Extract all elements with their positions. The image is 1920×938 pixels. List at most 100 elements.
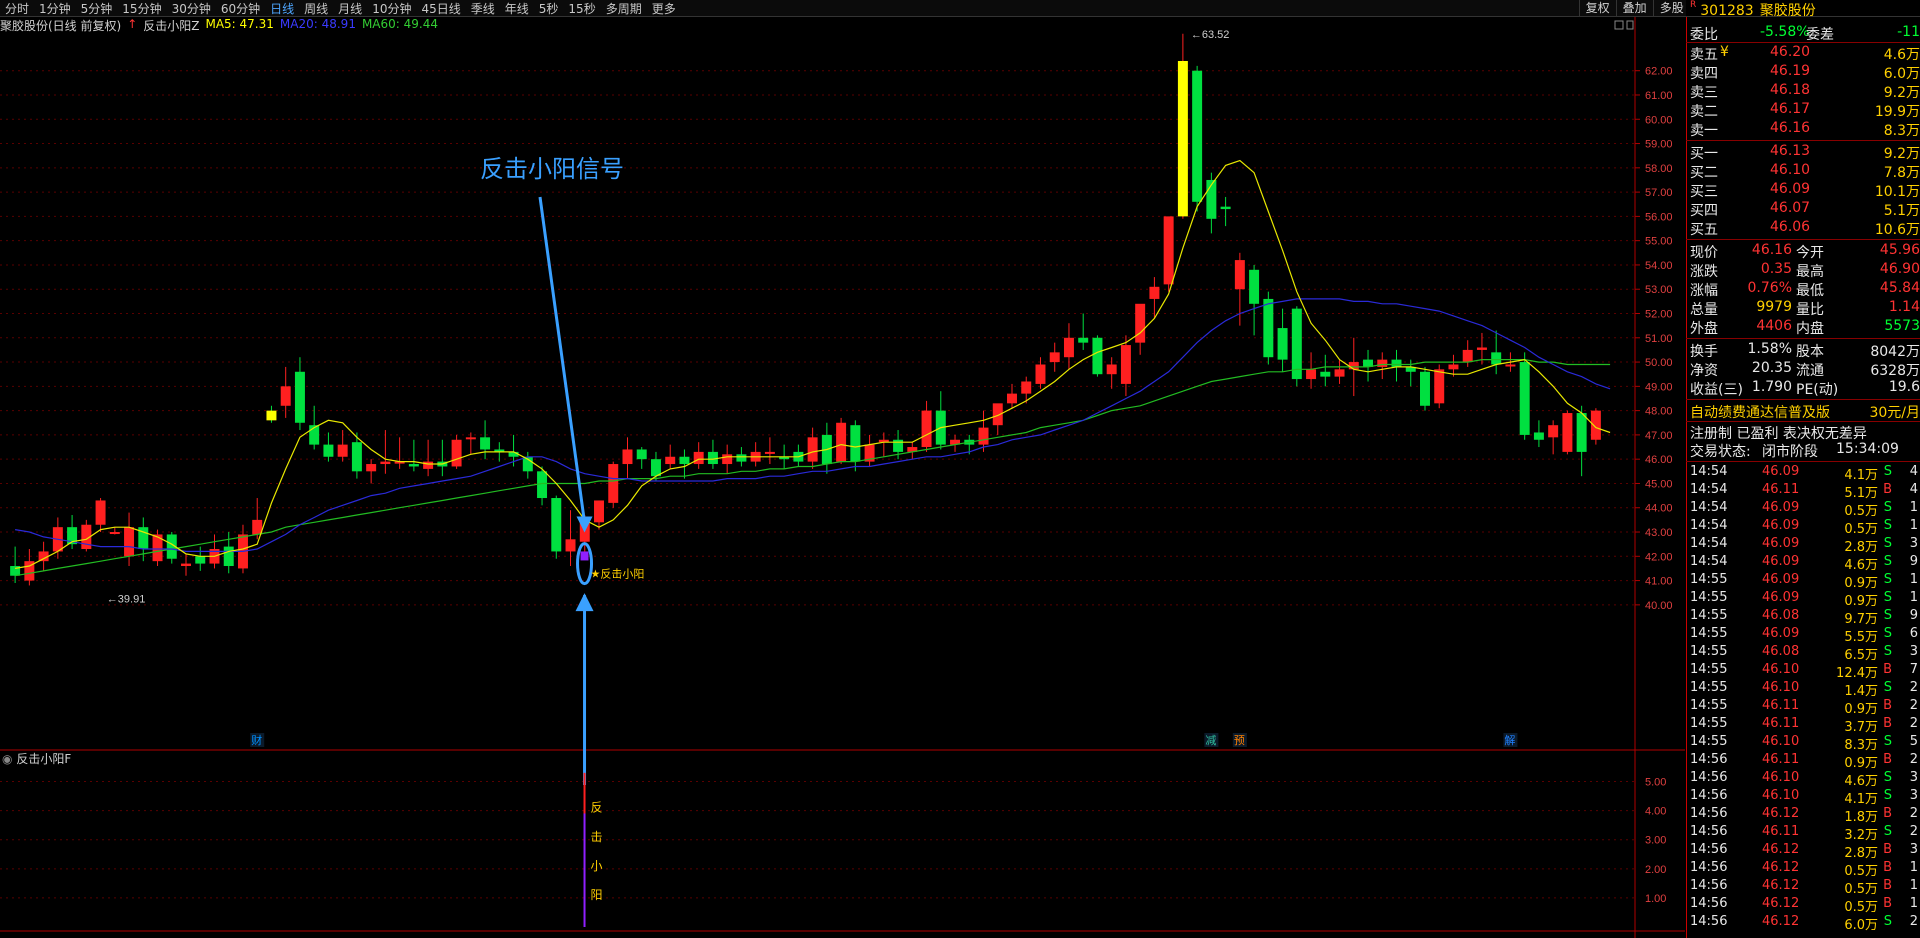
tick-time: 14:55 — [1690, 698, 1728, 713]
candle-body — [1192, 70, 1203, 202]
tick-volume: 9.7万 — [1844, 612, 1878, 627]
tick-price: 46.12 — [1762, 842, 1800, 857]
candle-body — [736, 454, 747, 462]
ask-row: 卖五 ¥46.20 4.6万 — [1690, 44, 1920, 63]
period-tab[interactable]: 分时 — [0, 0, 34, 17]
tick-time: 14:54 — [1690, 518, 1728, 533]
price-tick-label: 53.00 — [1645, 284, 1673, 296]
period-tab[interactable]: 多周期 — [601, 0, 647, 17]
period-tab[interactable]: 月线 — [333, 0, 367, 17]
candle-body — [565, 539, 576, 552]
separator — [1686, 421, 1920, 422]
candle-body — [1149, 286, 1160, 299]
tick-side: B — [1883, 482, 1892, 497]
candle-body — [266, 410, 277, 421]
tick-volume: 8.3万 — [1844, 738, 1878, 753]
candle-body — [836, 422, 847, 462]
period-toolbar: 分时 1分钟 5分钟 15分钟 30分钟 60分钟 日线 周线 月线 10分钟 45日线 季线 年线 5秒… — [0, 0, 1920, 17]
promo-row[interactable]: 自动绩费通达信普及版 30元/月 — [1690, 402, 1920, 421]
tick-volume: 0.5万 — [1844, 504, 1878, 519]
tick-time: 14:56 — [1690, 806, 1728, 821]
signal-marker — [580, 551, 589, 561]
ask-label: 卖一 — [1690, 123, 1718, 139]
period-tab[interactable]: 季线 — [466, 0, 500, 17]
tick-side: S — [1883, 734, 1892, 749]
candle-body — [893, 439, 904, 452]
tick-time: 14:54 — [1690, 464, 1728, 479]
tick-row: 14:54 46.09 2.8万 S 3 — [1686, 536, 1920, 555]
tick-time: 14:56 — [1690, 842, 1728, 857]
price-tick-label: 43.00 — [1645, 527, 1673, 539]
sub-tick-label: 1.00 — [1645, 893, 1666, 905]
period-tab[interactable]: 更多 — [647, 0, 681, 17]
period-tab[interactable]: 30分钟 — [167, 0, 216, 17]
tick-time: 14:56 — [1690, 824, 1728, 839]
period-tab[interactable]: 15分钟 — [117, 0, 166, 17]
period-tab[interactable]: 周线 — [299, 0, 333, 17]
price-tick-label: 46.00 — [1645, 454, 1673, 466]
stat-value: 1.14 — [1888, 299, 1920, 315]
period-tab[interactable]: 年线 — [500, 0, 534, 17]
price-tick-label: 44.00 — [1645, 503, 1673, 515]
candle-body — [850, 425, 861, 462]
period-tab[interactable]: 5秒 — [534, 0, 564, 17]
tick-count: 6 — [1909, 626, 1918, 641]
candle-body — [1306, 369, 1317, 380]
tick-side: S — [1883, 590, 1892, 605]
bid-label: 买一 — [1690, 146, 1718, 162]
tick-row: 14:55 46.11 3.7万 B 2 — [1686, 716, 1920, 735]
tick-count: 2 — [1909, 824, 1918, 839]
ask-volume: 9.2万 — [1883, 85, 1920, 101]
tick-price: 46.10 — [1762, 680, 1800, 695]
candle-body — [465, 437, 476, 440]
sub-tick-label: 4.00 — [1645, 806, 1666, 818]
ask-row: 卖一 46.16 8.3万 — [1690, 120, 1920, 139]
tick-volume: 5.5万 — [1844, 630, 1878, 645]
candle-body — [351, 442, 362, 472]
candle-body — [1391, 359, 1402, 367]
collapse-icon[interactable]: ◉ — [2, 752, 12, 766]
period-tab[interactable]: 15秒 — [563, 0, 600, 17]
period-tab[interactable]: 45日线 — [416, 0, 465, 17]
toolbar-button[interactable]: 多股 — [1652, 0, 1690, 16]
ask-price: 46.20 — [1770, 44, 1811, 60]
candle-body — [707, 451, 718, 465]
price-tick-label: 51.00 — [1645, 333, 1673, 345]
tick-count: 5 — [1909, 734, 1918, 749]
candle-body — [807, 437, 818, 462]
tick-count: 1 — [1909, 572, 1918, 587]
tick-row: 14:55 46.10 1.4万 S 2 — [1686, 680, 1920, 699]
tick-row: 14:56 46.12 0.5万 B 1 — [1686, 860, 1920, 879]
tick-row: 14:54 46.09 4.1万 S 4 — [1686, 464, 1920, 483]
bid-volume: 5.1万 — [1883, 203, 1920, 219]
tick-time: 14:54 — [1690, 554, 1728, 569]
restore-icon — [1614, 20, 1624, 30]
candle-body — [650, 459, 661, 477]
sub-indicator-title[interactable]: ◉ 反击小阳F — [2, 750, 71, 767]
tick-row: 14:55 46.09 0.9万 S 1 — [1686, 572, 1920, 591]
kline-chart[interactable]: 62.00 61.00 60.00 59.00 58.00 57.00 56.00 55.00… — [0, 17, 1685, 938]
period-tab[interactable]: 1分钟 — [34, 0, 76, 17]
candle-body — [1177, 60, 1188, 217]
tick-volume: 3.7万 — [1844, 720, 1878, 735]
tick-side: B — [1883, 716, 1892, 731]
period-tab[interactable]: 60分钟 — [216, 0, 265, 17]
stat2-value: 19.6 — [1888, 379, 1920, 395]
bid-label: 买五 — [1690, 222, 1718, 238]
toolbar-button[interactable]: 复权 — [1578, 0, 1616, 16]
separator — [1686, 461, 1920, 462]
period-tab[interactable]: 10分钟 — [367, 0, 416, 17]
period-tab[interactable]: 5分钟 — [76, 0, 118, 17]
toolbar-button[interactable]: 叠加 — [1615, 0, 1653, 16]
tick-volume: 4.6万 — [1844, 558, 1878, 573]
tick-count: 1 — [1909, 860, 1918, 875]
sub-tick-label: 3.00 — [1645, 835, 1666, 847]
candle-body — [1106, 364, 1117, 375]
tick-time: 14:55 — [1690, 644, 1728, 659]
tick-time: 14:56 — [1690, 752, 1728, 767]
candle-body — [1007, 393, 1017, 404]
period-tab[interactable]: 日线 — [265, 0, 299, 17]
candle-body — [223, 546, 234, 567]
tick-price: 46.09 — [1762, 626, 1800, 641]
candle-body — [1163, 216, 1174, 285]
